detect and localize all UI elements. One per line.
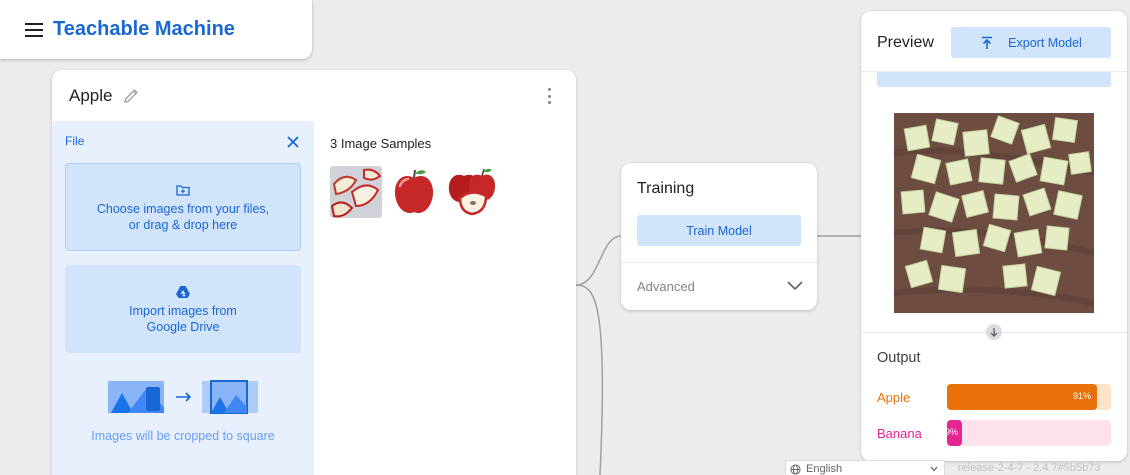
confidence-value: 91% xyxy=(1072,391,1091,401)
output-title: Output xyxy=(877,350,921,366)
export-model-button[interactable]: Export Model xyxy=(951,27,1111,58)
sample-thumbnails xyxy=(330,166,498,218)
class-header: Apple xyxy=(52,70,576,121)
chevron-down-icon xyxy=(930,466,938,472)
output-row-apple: Apple 91% xyxy=(861,384,1127,410)
export-model-label: Export Model xyxy=(1008,35,1082,50)
advanced-label: Advanced xyxy=(637,279,695,294)
chevron-down-icon xyxy=(787,281,803,290)
sample-thumbnail[interactable] xyxy=(446,166,498,218)
hamburger-menu-icon[interactable] xyxy=(25,22,43,37)
preview-title: Preview xyxy=(877,34,934,51)
google-drive-icon xyxy=(176,285,190,298)
samples-count-title: 3 Image Samples xyxy=(330,136,432,151)
train-model-button[interactable]: Train Model xyxy=(637,215,801,246)
import-google-drive-button[interactable]: Import images from Google Drive xyxy=(65,265,301,353)
folder-add-icon xyxy=(176,184,190,196)
confidence-bar-fill: 9% xyxy=(944,420,962,446)
crop-to-square-illustration xyxy=(108,380,258,414)
advanced-toggle[interactable]: Advanced xyxy=(621,263,817,310)
class-card: Apple File Choose images from your files… xyxy=(52,70,576,475)
preview-card: Preview Export Model Output Apple 91% Ba… xyxy=(861,11,1127,461)
output-label: Apple xyxy=(877,390,911,405)
preview-input-image xyxy=(894,113,1094,313)
app-header: Teachable Machine xyxy=(0,0,312,59)
training-card: Training Train Model Advanced xyxy=(621,163,817,310)
app-title[interactable]: Teachable Machine xyxy=(53,18,235,41)
output-label: Banana xyxy=(877,426,922,441)
confidence-bar-track: 91% xyxy=(947,384,1111,410)
pencil-icon[interactable] xyxy=(122,87,140,105)
upload-panel: File Choose images from your files, or d… xyxy=(52,121,314,475)
close-icon[interactable] xyxy=(286,135,300,149)
language-value: English xyxy=(806,463,843,475)
sample-thumbnail[interactable] xyxy=(330,166,382,218)
training-title: Training xyxy=(637,180,695,197)
choose-files-text-2: or drag & drop here xyxy=(128,217,238,232)
globe-icon xyxy=(790,463,801,475)
confidence-bar-fill: 91% xyxy=(947,384,1097,410)
sample-thumbnail[interactable] xyxy=(388,166,440,218)
choose-files-button[interactable]: Choose images from your files, or drag &… xyxy=(65,163,301,251)
confidence-bar-track: 9% xyxy=(944,420,1111,446)
drive-text-2: Google Drive xyxy=(146,319,220,334)
drive-text-1: Import images from xyxy=(129,303,237,318)
output-row-banana: Banana 9% xyxy=(861,420,1127,446)
more-options-icon[interactable] xyxy=(548,88,552,104)
crop-note: Images will be cropped to square xyxy=(91,429,275,443)
arrow-down-icon[interactable] xyxy=(986,324,1002,340)
input-source-toggle[interactable] xyxy=(877,72,1111,87)
class-name[interactable]: Apple xyxy=(69,86,112,106)
choose-files-text-1: Choose images from your files, xyxy=(96,201,270,216)
release-version: release-2-4-7 - 2.4.7#5b5b73 xyxy=(958,462,1101,474)
upload-source-label: File xyxy=(65,134,85,148)
language-select[interactable]: English xyxy=(785,460,945,475)
confidence-value: 9% xyxy=(944,427,958,437)
upload-arrow-icon xyxy=(982,36,993,49)
